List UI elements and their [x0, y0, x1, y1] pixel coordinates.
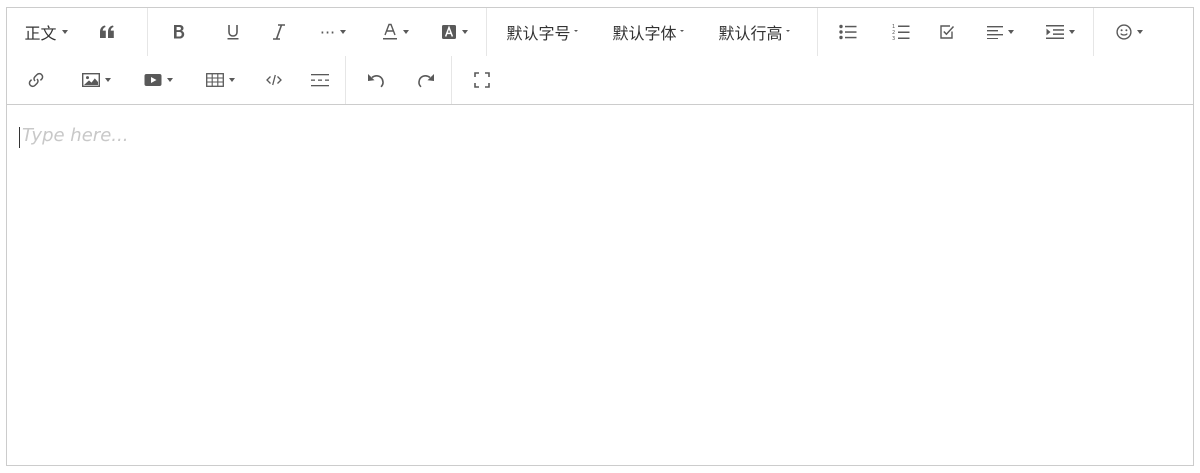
italic-icon [272, 24, 286, 40]
background-color-icon [441, 24, 457, 40]
editor-toolbar: 正文 ··· 默认字号 默认字体 默认行高 1 2 3 [7, 8, 1193, 105]
chevron-down-icon [785, 30, 790, 32]
emotion-icon [1115, 24, 1132, 40]
emotion-button[interactable] [1099, 14, 1159, 50]
bulleted-list-icon [839, 24, 857, 40]
quote-icon [99, 25, 115, 39]
chevron-down-icon [104, 78, 111, 82]
toolbar-group-emotion [1094, 8, 1164, 56]
toolbar-group-insert [7, 56, 346, 104]
font-size-label: 默认字号 [506, 24, 571, 43]
font-size-select[interactable]: 默认字号 [489, 14, 595, 50]
toolbar-group-fullscreen [452, 56, 512, 104]
blockquote-button[interactable] [85, 14, 129, 50]
undo-button[interactable] [348, 62, 404, 98]
bold-button[interactable] [148, 14, 210, 50]
underline-button[interactable] [210, 14, 256, 50]
fullscreen-button[interactable] [454, 62, 510, 98]
video-icon [144, 73, 162, 87]
text-cursor [19, 127, 20, 148]
insert-video-button[interactable] [127, 62, 189, 98]
divider-icon [311, 73, 329, 87]
underline-icon [226, 24, 240, 40]
font-family-select[interactable]: 默认字体 [595, 14, 701, 50]
code-block-icon [266, 74, 282, 86]
more-icon: ··· [319, 22, 336, 42]
toolbar-row-2 [7, 56, 512, 104]
redo-icon [417, 72, 435, 88]
paragraph-label: 正文 [24, 24, 57, 43]
toolbar-group-text-style: ··· [148, 8, 487, 56]
toolbar-row-1: 正文 ··· 默认字号 默认字体 默认行高 1 2 3 [7, 8, 1164, 56]
chevron-down-icon [1068, 30, 1075, 34]
insert-table-button[interactable] [189, 62, 251, 98]
indent-icon [1045, 24, 1064, 40]
font-family-label: 默认字体 [612, 24, 677, 43]
code-block-button[interactable] [251, 62, 297, 98]
line-height-select[interactable]: 默认行高 [701, 14, 807, 50]
numbered-list-icon: 1 2 3 [892, 23, 910, 41]
todo-button[interactable] [924, 14, 970, 50]
bulleted-list-button[interactable] [818, 14, 878, 50]
undo-icon [367, 72, 385, 88]
background-color-button[interactable] [426, 14, 482, 50]
chevron-down-icon [228, 78, 235, 82]
toolbar-group-font: 默认字号 默认字体 默认行高 [487, 8, 818, 56]
chevron-down-icon [1136, 30, 1143, 34]
chevron-down-icon [461, 30, 468, 34]
chevron-down-icon [166, 78, 173, 82]
svg-text:3: 3 [892, 36, 895, 41]
table-icon [205, 73, 224, 87]
numbered-list-button[interactable]: 1 2 3 [878, 14, 924, 50]
italic-button[interactable] [256, 14, 302, 50]
insert-image-button[interactable] [65, 62, 127, 98]
toolbar-group-list: 1 2 3 [818, 8, 1094, 56]
fullscreen-icon [474, 72, 490, 88]
divider-button[interactable] [297, 62, 343, 98]
editor-placeholder: Type here... [22, 125, 129, 146]
justify-button[interactable] [970, 14, 1030, 50]
justify-icon [986, 25, 1003, 39]
chevron-down-icon [61, 30, 68, 34]
link-icon [28, 72, 44, 88]
insert-link-button[interactable] [7, 62, 65, 98]
image-icon [81, 73, 100, 87]
redo-button[interactable] [404, 62, 448, 98]
editor-content-area[interactable]: Type here... [7, 105, 1193, 465]
indent-button[interactable] [1030, 14, 1090, 50]
paragraph-select[interactable]: 正文 [7, 14, 85, 50]
more-style-button[interactable]: ··· [302, 14, 364, 50]
font-color-button[interactable] [364, 14, 426, 50]
chevron-down-icon [402, 30, 409, 34]
chevron-down-icon [573, 30, 578, 32]
line-height-label: 默认行高 [718, 24, 783, 43]
rich-text-editor: 正文 ··· 默认字号 默认字体 默认行高 1 2 3 Type here... [6, 7, 1194, 466]
toolbar-group-block: 正文 [7, 8, 148, 56]
bold-icon [172, 24, 186, 40]
todo-icon [939, 24, 955, 40]
font-color-icon [382, 23, 398, 41]
chevron-down-icon [340, 30, 347, 34]
toolbar-group-history [346, 56, 452, 104]
chevron-down-icon [679, 30, 684, 32]
chevron-down-icon [1007, 30, 1014, 34]
